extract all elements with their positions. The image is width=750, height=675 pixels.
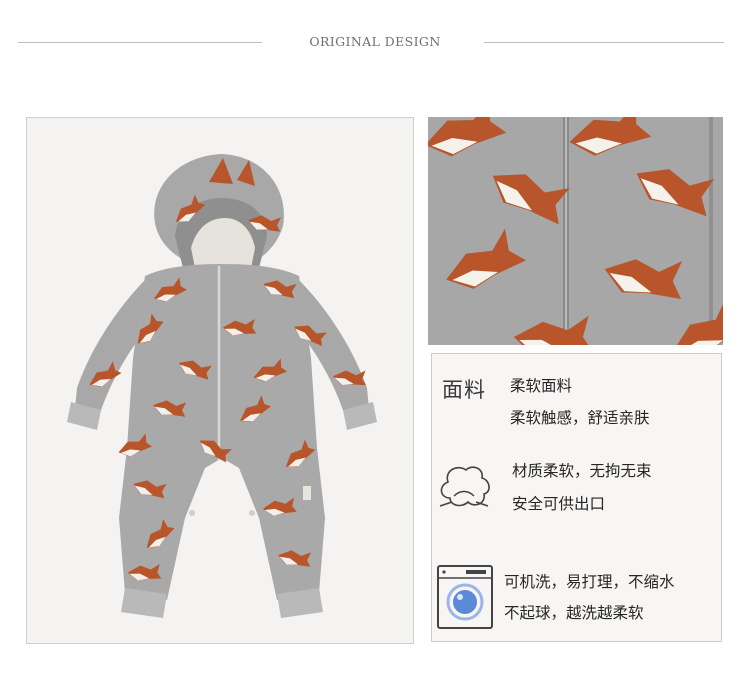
cloud-soft-icon [439,466,490,507]
fabric-closeup-photo [428,117,723,345]
section-title: ORIGINAL DESIGN [309,34,441,49]
fabric-pattern [428,117,723,345]
fabric-text-icon: 面料 [442,378,486,402]
features-panel: 面料 柔软面料 柔软触感，舒适亲肤 材质柔软，无拘无束 安全可供出口 可机洗，易… [431,353,722,642]
fabric-line-1: 柔软面料 [510,377,573,395]
product-photo [26,117,414,644]
material-line-1: 材质柔软，无拘无束 [512,462,652,480]
romper-illustration [67,154,377,618]
wash-line-2: 不起球，越洗越柔软 [504,604,644,622]
washing-machine-icon [437,565,493,629]
header-line-left [18,42,262,43]
material-line-2: 安全可供出口 [512,495,606,513]
header-line-right [484,42,724,43]
fabric-line-2: 柔软触感，舒适亲肤 [510,409,650,427]
wash-line-1: 可机洗，易打理，不缩水 [504,573,675,591]
